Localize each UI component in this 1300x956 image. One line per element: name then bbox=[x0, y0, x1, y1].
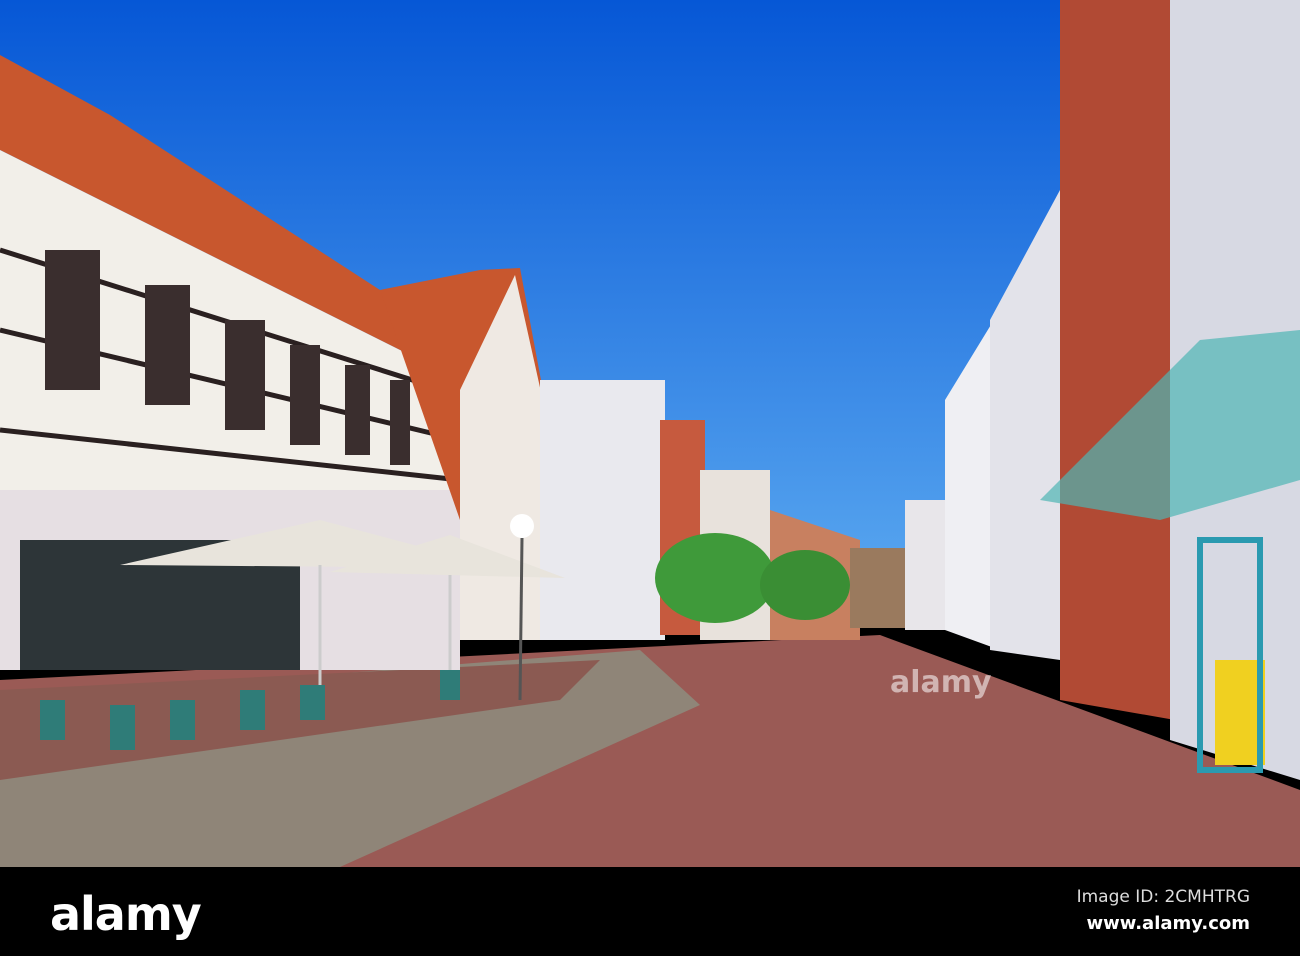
stock-photo: alamy alamy Image ID: 2CMHTRG www.alamy.… bbox=[0, 0, 1300, 956]
alamy-logo: alamy bbox=[50, 887, 202, 941]
street-lamp bbox=[510, 514, 534, 538]
site-url: www.alamy.com bbox=[1086, 913, 1250, 934]
image-id: Image ID: 2CMHTRG bbox=[1076, 887, 1250, 907]
watermark-overlay: alamy bbox=[890, 665, 992, 700]
street-scene-photo bbox=[0, 0, 1300, 867]
red-brick-building bbox=[1060, 0, 1175, 720]
tree bbox=[760, 550, 850, 620]
footer-bar: alamy Image ID: 2CMHTRG www.alamy.com bbox=[0, 867, 1300, 956]
white-building bbox=[540, 380, 665, 640]
tree bbox=[655, 533, 775, 623]
